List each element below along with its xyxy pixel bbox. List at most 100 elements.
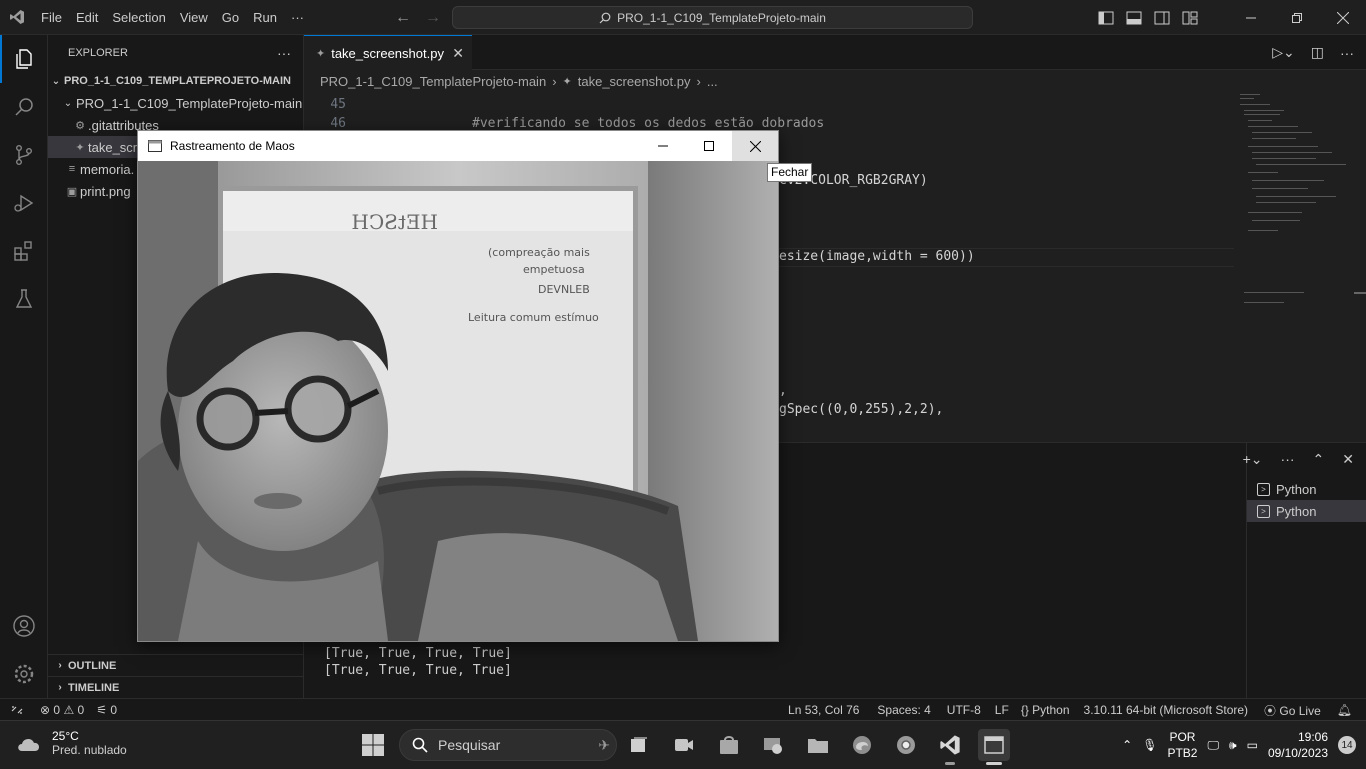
battery-icon[interactable]: ▭	[1247, 738, 1258, 752]
terminal-instance[interactable]: > Python	[1247, 478, 1366, 500]
toggle-primary-sidebar-icon[interactable]	[1098, 11, 1114, 25]
close-tab-icon[interactable]: ✕	[452, 45, 464, 62]
extensions-icon[interactable]	[0, 227, 48, 275]
split-editor-icon[interactable]: ◫	[1311, 44, 1324, 61]
explorer-more-actions[interactable]: ···	[277, 45, 291, 61]
menu-view[interactable]: View	[173, 0, 215, 35]
code-fragment: gSpec((0,0,255),2,2),	[779, 402, 944, 417]
opencv-maximize-button[interactable]	[686, 131, 732, 161]
line-number: 45	[330, 97, 346, 112]
terminal-instance[interactable]: > Python	[1247, 500, 1366, 522]
encoding[interactable]: UTF-8	[941, 703, 987, 717]
search-view-icon[interactable]	[0, 83, 48, 131]
close-panel-icon[interactable]: ✕	[1342, 451, 1354, 468]
command-center[interactable]: PRO_1-1_C109_TemplateProjeto-main	[452, 6, 973, 29]
chevron-down-icon: ⌄	[51, 75, 61, 87]
breadcrumb-symbol[interactable]: ...	[707, 74, 718, 89]
menu-file[interactable]: File	[34, 0, 69, 35]
file-explorer-icon[interactable]	[802, 729, 834, 761]
edge-browser-icon[interactable]	[846, 729, 878, 761]
vscode-taskbar-icon[interactable]	[934, 729, 966, 765]
title-bar: File Edit Selection View Go Run ··· ← → …	[0, 0, 1366, 35]
explorer-icon[interactable]	[0, 35, 48, 83]
webcam-frame: HEtSCH (compreação mais empetuosa DEVNLE…	[138, 161, 778, 641]
menu-go[interactable]: Go	[215, 0, 246, 35]
terminal-instance-label: Python	[1276, 481, 1317, 497]
problems-status[interactable]: ⊗ 0 ⚠ 0	[34, 703, 90, 717]
explorer-title: EXPLORER	[68, 46, 128, 59]
editor-more-icon[interactable]: ···	[1340, 45, 1354, 61]
cursor-position[interactable]: Ln 53, Col 76	[782, 703, 865, 717]
toggle-panel-icon[interactable]	[1126, 11, 1142, 25]
weather-condition: Pred. nublado	[52, 743, 127, 757]
menu-run[interactable]: Run	[246, 0, 284, 35]
maximize-panel-icon[interactable]: ⌃	[1313, 451, 1325, 468]
taskbar-search[interactable]: Pesquisar ✈	[399, 729, 617, 761]
timeline-section[interactable]: › TIMELINE	[48, 676, 304, 698]
volume-icon[interactable]: 🕪︎	[1229, 738, 1237, 753]
settings-gear-icon[interactable]	[0, 650, 48, 698]
tray-overflow-icon[interactable]: ⌃	[1122, 738, 1132, 752]
menu-more[interactable]: ···	[284, 0, 311, 35]
python-file-icon: ✦	[316, 47, 326, 60]
minimize-button[interactable]	[1228, 0, 1274, 35]
end-of-line[interactable]: LF	[989, 703, 1015, 717]
ports-status[interactable]: ⚟ 0	[90, 703, 123, 717]
chrome-browser-icon[interactable]	[890, 729, 922, 761]
opencv-close-button[interactable]	[732, 131, 778, 161]
network-icon[interactable]: 🖵︎	[1207, 738, 1219, 753]
task-view-icon[interactable]	[623, 729, 655, 761]
breadcrumb-folder[interactable]: PRO_1-1_C109_TemplateProjeto-main	[320, 74, 546, 89]
opencv-window[interactable]: Rastreamento de Maos HEtSCH (compreação …	[137, 130, 779, 642]
new-terminal-icon[interactable]: +⌄	[1243, 451, 1263, 468]
clock-time: 19:06	[1297, 730, 1328, 744]
weather-widget[interactable]: 25°C Pred. nublado	[16, 729, 127, 757]
svg-text:Leitura comum estímuo: Leitura comum estímuo	[468, 311, 599, 324]
bell-icon[interactable]: 🔔︎	[1331, 703, 1358, 717]
source-control-icon[interactable]	[0, 131, 48, 179]
toggle-secondary-sidebar-icon[interactable]	[1154, 11, 1170, 25]
panel-more-icon[interactable]: ···	[1281, 451, 1295, 468]
remote-indicator[interactable]	[0, 699, 34, 721]
tab-label: take_screenshot.py	[331, 45, 444, 61]
terminal-icon: >	[1257, 504, 1270, 518]
svg-text:empetuosa: empetuosa	[523, 263, 585, 276]
python-interpreter[interactable]: 3.10.11 64-bit (Microsoft Store)	[1078, 703, 1255, 717]
testing-icon[interactable]	[0, 275, 48, 323]
store-icon[interactable]	[713, 729, 745, 761]
windows-start-icon[interactable]	[357, 729, 389, 761]
indentation[interactable]: Spaces: 4	[871, 703, 936, 717]
notification-badge[interactable]: 14	[1338, 736, 1356, 754]
go-live-button[interactable]: ⦿ Go Live	[1258, 702, 1327, 719]
menu-selection[interactable]: Selection	[105, 0, 172, 35]
teams-chat-icon[interactable]	[668, 729, 700, 761]
folder-label: PRO_1-1_C109_TemplateProjeto-main	[76, 95, 303, 111]
opencv-minimize-button[interactable]	[640, 131, 686, 161]
app-icon[interactable]	[757, 729, 789, 761]
microphone-icon[interactable]: 🎙︎	[1142, 738, 1157, 752]
tab-take-screenshot[interactable]: ✦ take_screenshot.py ✕	[304, 35, 472, 70]
language-indicator[interactable]: POR PTB2	[1167, 729, 1197, 761]
forward-arrow-icon[interactable]: →	[425, 9, 441, 27]
python-file-icon: ✦	[75, 141, 85, 154]
menu-edit[interactable]: Edit	[69, 0, 105, 35]
opencv-taskbar-icon[interactable]	[978, 729, 1010, 765]
terminal-icon: >	[1257, 482, 1270, 496]
run-debug-icon[interactable]	[0, 179, 48, 227]
language-mode[interactable]: {} Python	[1015, 703, 1076, 717]
accounts-icon[interactable]	[0, 602, 48, 650]
run-file-icon[interactable]: ▷⌄	[1272, 44, 1295, 61]
opencv-window-title: Rastreamento de Maos	[170, 139, 295, 153]
restore-button[interactable]	[1274, 0, 1320, 35]
window-app-icon	[148, 140, 162, 152]
close-tooltip: Fechar	[767, 163, 813, 182]
workspace-root[interactable]: ⌄ PRO_1-1_C109_TEMPLATEPROJETO-MAIN	[48, 70, 303, 92]
outline-section[interactable]: › OUTLINE	[48, 654, 304, 676]
back-arrow-icon[interactable]: ←	[395, 9, 411, 27]
minimap[interactable]	[1234, 92, 1366, 442]
customize-layout-icon[interactable]	[1182, 11, 1198, 25]
close-window-button[interactable]	[1320, 0, 1366, 35]
clock[interactable]: 19:06 09/10/2023	[1268, 729, 1328, 761]
breadcrumb-file[interactable]: take_screenshot.py	[578, 74, 691, 89]
folder-item[interactable]: ⌄ PRO_1-1_C109_TemplateProjeto-main	[48, 92, 303, 114]
